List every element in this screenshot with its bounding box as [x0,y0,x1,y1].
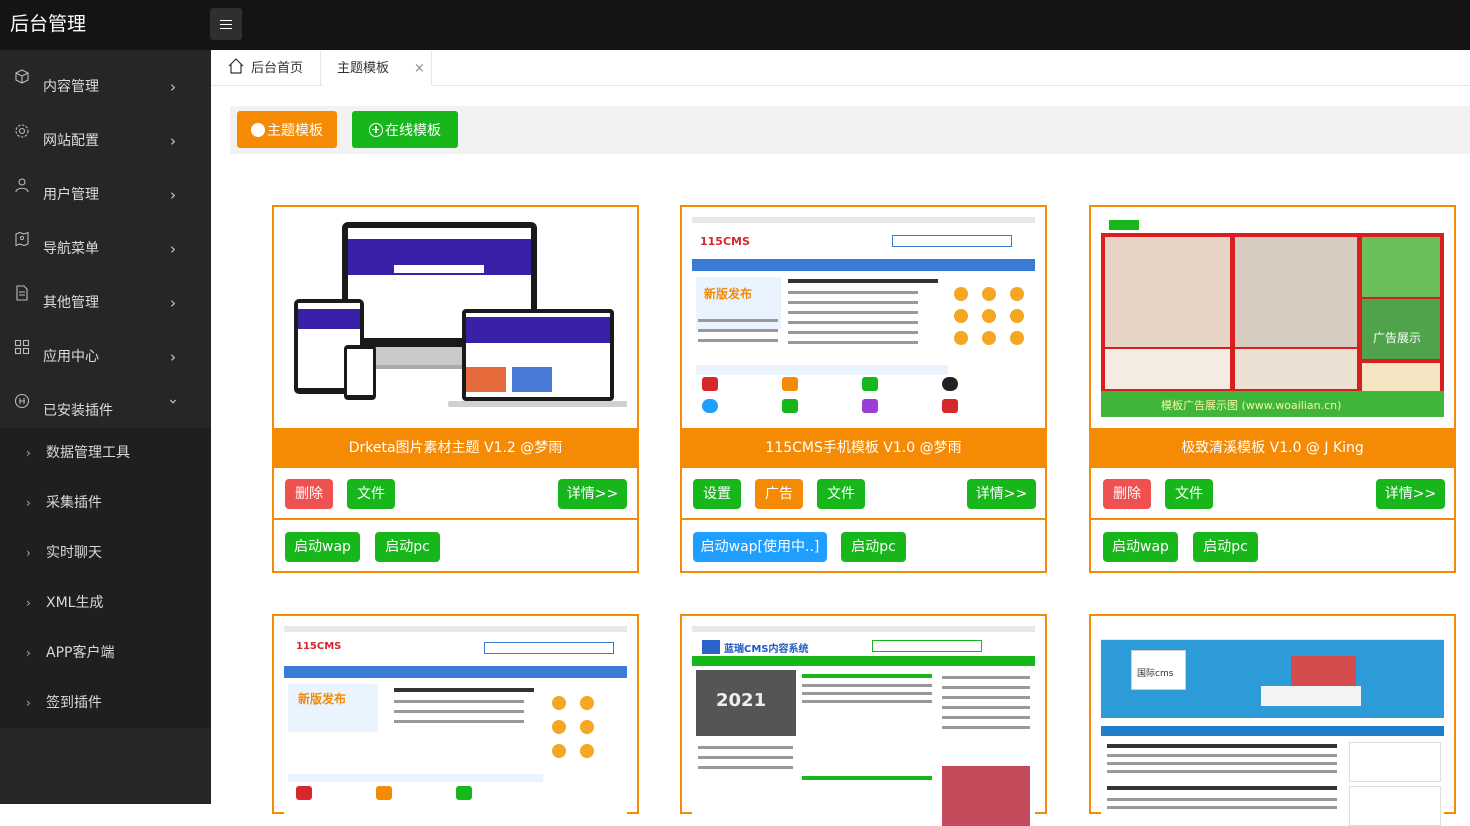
template-card: 115CMS 新版发布 [680,205,1047,573]
sidebar-subitem[interactable]: › XML生成 [0,578,211,628]
sidebar-item-plugins[interactable]: 已安装插件 › [0,374,211,428]
card-actions: 设置 广告 文件 详情>> [682,468,1045,520]
template-thumbnail [284,217,627,417]
delete-button[interactable]: 删除 [1103,479,1151,509]
delete-button[interactable]: 删除 [285,479,333,509]
sidebar-item-app-center[interactable]: 应用中心 › [0,320,211,374]
template-thumbnail: 115CMS 新版发布 [692,217,1035,417]
sidebar-item-label: 用户管理 [43,187,99,203]
tab-label: 主题模板 [337,61,390,76]
grid-icon [14,339,30,355]
top-header: 后台管理 [0,0,1470,50]
sidebar-item-site-config[interactable]: 网站配置 › [0,104,211,158]
main-content: 主题模板 在线模板 Drketa图片素材主题 V1.2 @梦雨 删除 文件 详情… [211,86,1470,826]
sidebar-item-content[interactable]: 内容管理 › [0,50,211,104]
brand-title: 后台管理 [10,13,87,35]
hamburger-icon-line [220,19,232,21]
launch-pc-button[interactable]: 启动pc [841,532,906,562]
template-title: Drketa图片素材主题 V1.2 @梦雨 [274,428,637,468]
sidebar-item-label: 导航菜单 [43,241,99,257]
sidebar-subitem[interactable]: › 签到插件 [0,678,211,728]
plus-circle-icon [369,122,383,137]
chevron-right-icon: › [26,696,31,710]
file-button[interactable]: 文件 [817,479,865,509]
home-icon [228,58,244,74]
sidebar-subitem[interactable]: › APP客户端 [0,628,211,678]
toolbar: 主题模板 在线模板 [230,106,1470,154]
template-card: 国际cms [1089,614,1456,826]
file-button[interactable]: 文件 [347,479,395,509]
hamburger-icon-line [220,23,232,25]
menu-toggle-button[interactable] [210,8,242,40]
launch-pc-button[interactable]: 启动pc [1193,532,1258,562]
chevron-right-icon: › [26,446,31,460]
plugin-submenu: › 数据管理工具 › 采集插件 › 实时聊天 › XML生成 › APP客户端 › 签到插件 [0,428,211,728]
tab-bar: 后台首页 主题模板 × [211,50,1470,86]
card-launch-actions: 启动wap 启动pc [274,520,637,571]
sidebar-item-label: 内容管理 [43,79,99,95]
template-title: 115CMS手机模板 V1.0 @梦雨 [682,428,1045,468]
launch-wap-button[interactable]: 启动wap [285,532,360,562]
hamburger-icon-line [220,27,232,29]
template-card: 115CMS 新版发布 [272,614,639,826]
template-thumbnail: 115CMS 新版发布 [284,626,627,826]
chevron-right-icon: › [26,646,31,660]
template-thumbnail: 广告展示 模板广告展示图 (www.woailian.cn) [1101,217,1444,417]
launch-wap-button[interactable]: 启动wap [1103,532,1178,562]
file-button[interactable]: 文件 [1165,479,1213,509]
online-template-button[interactable]: 在线模板 [352,111,458,148]
detail-button[interactable]: 详情>> [1376,479,1445,509]
detail-button[interactable]: 详情>> [967,479,1036,509]
template-thumbnail: 国际cms [1101,626,1444,826]
card-launch-actions: 启动wap[使用中..] 启动pc [682,520,1045,571]
chevron-right-icon: › [26,596,31,610]
sidebar: 内容管理 › 网站配置 › 用户管理 › 导航菜单 › 其他管理 › 应用中心 … [0,50,211,804]
cube-icon [15,69,29,84]
sidebar-item-other[interactable]: 其他管理 › [0,266,211,320]
file-icon [16,285,28,301]
sidebar-item-label: 其他管理 [43,295,99,311]
card-actions: 删除 文件 详情>> [1091,468,1454,520]
template-title: 极致清溪模板 V1.0 @ J King [1091,428,1454,468]
chevron-right-icon: › [26,546,31,560]
close-icon[interactable]: × [414,50,425,88]
card-launch-actions: 启动wap 启动pc [1091,520,1454,571]
sidebar-subitem[interactable]: › 数据管理工具 [0,428,211,478]
launch-pc-button[interactable]: 启动pc [375,532,440,562]
sidebar-item-label: 网站配置 [43,133,99,149]
tab-theme-templates[interactable]: 主题模板 × [322,50,432,86]
template-card: 广告展示 模板广告展示图 (www.woailian.cn) 极致清溪模板 V1… [1089,205,1456,573]
tab-label: 后台首页 [251,61,304,76]
palette-icon [251,122,265,137]
sidebar-item-users[interactable]: 用户管理 › [0,158,211,212]
template-card: Drketa图片素材主题 V1.2 @梦雨 删除 文件 详情>> 启动wap 启… [272,205,639,573]
sidebar-item-nav-menu[interactable]: 导航菜单 › [0,212,211,266]
launch-wap-button[interactable]: 启动wap[使用中..] [693,532,827,562]
chevron-right-icon: › [26,496,31,510]
theme-template-button[interactable]: 主题模板 [237,111,337,148]
map-icon [15,231,29,247]
gear-icon [15,124,29,138]
plugin-icon [14,393,30,409]
template-thumbnail: 蓝瑞CMS内容系统 2021 [692,626,1035,826]
tab-home[interactable]: 后台首页 [221,50,321,86]
sidebar-subitem[interactable]: › 实时聊天 [0,528,211,578]
card-actions: 删除 文件 详情>> [274,468,637,520]
sidebar-subitem[interactable]: › 采集插件 [0,478,211,528]
sidebar-item-label: 已安装插件 [43,403,113,419]
settings-button[interactable]: 设置 [693,479,741,509]
template-card: 蓝瑞CMS内容系统 2021 [680,614,1047,826]
sidebar-item-label: 应用中心 [43,349,99,365]
user-icon [15,178,29,193]
chevron-down-icon: › [164,398,183,405]
detail-button[interactable]: 详情>> [558,479,627,509]
ad-button[interactable]: 广告 [755,479,803,509]
